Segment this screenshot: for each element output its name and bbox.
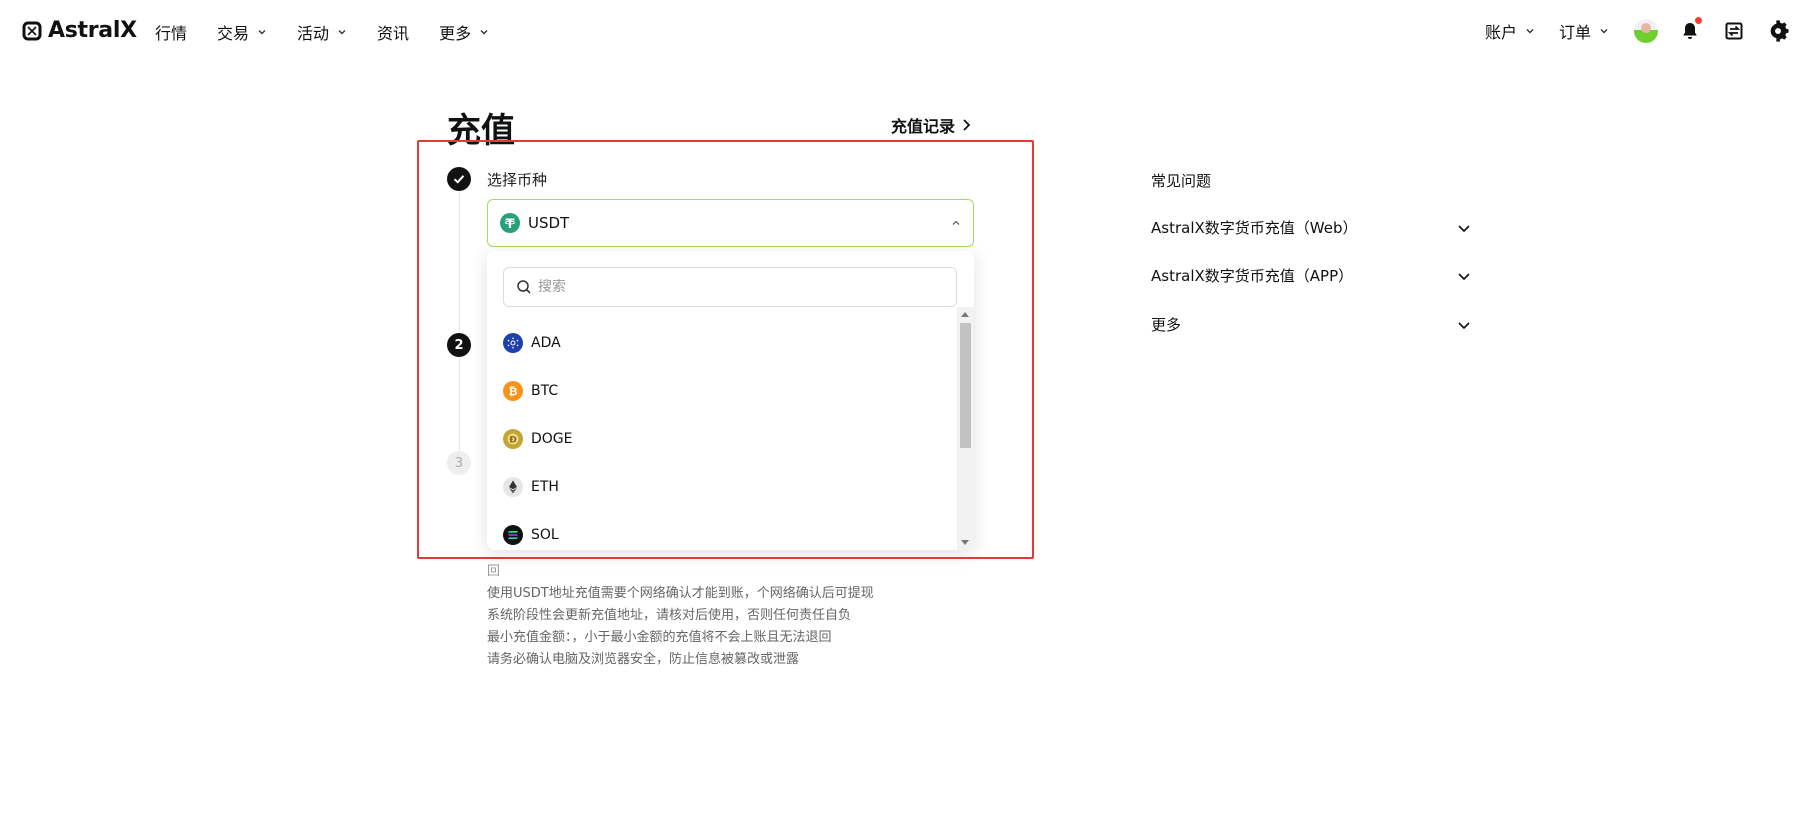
note-line: 系统阶段性会更新充值地址，请核对后使用，否则任何责任自负 (487, 608, 852, 623)
nav-item-label: 活动 (297, 24, 330, 43)
svg-text:Ð: Ð (509, 436, 517, 446)
coin-dropdown: ADA ₿ BTC Ð DOGE ETH SOL (487, 251, 974, 550)
btc-icon: ₿ (503, 381, 523, 401)
nav-item-market[interactable]: 行情 (155, 20, 187, 44)
nav-item-activity[interactable]: 活动 (297, 20, 347, 44)
chevron-down-icon (338, 30, 346, 35)
nav-item-news[interactable]: 资讯 (377, 20, 409, 44)
coin-option-btc[interactable]: ₿ BTC (487, 367, 957, 415)
coin-option-label: BTC (531, 383, 559, 399)
faq-item-web-deposit[interactable]: AstralX数字货币充值（Web） (1151, 217, 1471, 238)
deposit-notes: 回 使用USDT地址充值需要个网络确认才能到账，个网络确认后可提现 系统阶段性会… (487, 561, 967, 671)
svg-text:₿: ₿ (509, 385, 518, 397)
coin-option-ada[interactable]: ADA (487, 319, 957, 367)
avatar-button[interactable] (1633, 18, 1659, 44)
notification-dot (1695, 17, 1702, 24)
gear-icon (1770, 20, 1789, 42)
faq-item-label: 更多 (1151, 316, 1182, 334)
step-3-indicator: 3 (447, 451, 471, 475)
chevron-down-icon (1526, 29, 1534, 34)
faq-item-label: AstralX数字货币充值（Web） (1151, 219, 1358, 237)
coin-option-label: ADA (531, 335, 561, 351)
ada-icon (503, 333, 523, 353)
nav-item-label: 交易 (217, 24, 250, 43)
doge-icon: Ð (503, 429, 523, 449)
coin-select[interactable]: USDT (487, 199, 974, 247)
faq-item-label: AstralX数字货币充值（APP） (1151, 267, 1354, 285)
nav-item-label: 账户 (1484, 23, 1517, 42)
scroll-up-arrow-icon[interactable] (961, 312, 969, 317)
note-line-partial: 回 (487, 564, 501, 579)
logo-icon (22, 21, 42, 40)
chevron-down-icon (480, 30, 488, 35)
nav-item-trade[interactable]: 交易 (217, 20, 267, 44)
step-connector-line (459, 190, 460, 452)
nav-item-more[interactable]: 更多 (439, 20, 489, 44)
note-line: 最小充值金额：，小于最小金额的充值将不会上账且无法退回 (487, 630, 832, 645)
step-1-complete (447, 167, 471, 191)
notifications-button[interactable] (1677, 17, 1703, 44)
brand-name: AstralX (48, 18, 137, 43)
chevron-down-icon (1458, 224, 1470, 232)
exchange-icon (1725, 22, 1743, 40)
nav-item-label: 资讯 (377, 24, 410, 43)
chevron-down-icon (258, 30, 266, 35)
coin-option-label: DOGE (531, 431, 573, 447)
bell-icon (1683, 23, 1697, 39)
coin-list: ADA ₿ BTC Ð DOGE ETH SOL (487, 319, 957, 550)
nav-item-orders[interactable]: 订单 (1559, 19, 1609, 43)
nav-item-label: 更多 (439, 24, 472, 43)
faq-item-app-deposit[interactable]: AstralX数字货币充值（APP） (1151, 265, 1471, 286)
page-title: 充值 (447, 111, 515, 151)
coin-option-sol[interactable]: SOL (487, 511, 957, 550)
coin-search-box (503, 267, 957, 307)
avatar (1634, 19, 1658, 43)
chevron-down-icon (1458, 321, 1470, 329)
usdt-icon (500, 213, 520, 233)
step-1-label: 选择币种 (487, 171, 548, 189)
coin-option-label: ETH (531, 479, 559, 495)
history-link-label: 充值记录 (891, 117, 956, 136)
chevron-down-icon (1458, 272, 1470, 280)
sol-icon (503, 525, 523, 545)
transfer-button[interactable] (1721, 18, 1747, 44)
nav-item-label: 行情 (155, 24, 188, 43)
scrollbar-thumb[interactable] (960, 323, 971, 448)
search-icon (517, 280, 531, 294)
note-line: 请务必确认电脑及浏览器安全，防止信息被篡改或泄露 (487, 652, 800, 667)
eth-icon (503, 477, 523, 497)
coin-list-scrollbar[interactable] (957, 307, 974, 550)
note-line: 使用USDT地址充值需要个网络确认才能到账，个网络确认后可提现 (487, 586, 874, 601)
coin-option-label: SOL (531, 527, 559, 543)
brand-logo[interactable]: AstralX (22, 18, 137, 43)
coin-option-doge[interactable]: Ð DOGE (487, 415, 957, 463)
faq-title: 常见问题 (1151, 172, 1212, 190)
chevron-right-icon (963, 119, 971, 131)
settings-button[interactable] (1765, 18, 1791, 44)
checkmark-icon (453, 175, 465, 184)
nav-item-account[interactable]: 账户 (1485, 19, 1535, 43)
coin-option-eth[interactable]: ETH (487, 463, 957, 511)
step-2-indicator: 2 (447, 333, 471, 357)
main-menu: 行情 交易 活动 资讯 更多 (155, 20, 519, 44)
coin-search-input[interactable] (538, 279, 918, 295)
chevron-down-icon (1600, 29, 1608, 34)
scroll-down-arrow-icon[interactable] (961, 540, 969, 545)
user-menu: 账户 订单 (1485, 14, 1809, 48)
top-navigation: AstralX 行情 交易 活动 资讯 更多 账户 订单 (0, 0, 1809, 62)
deposit-history-link[interactable]: 充值记录 (891, 113, 971, 137)
selected-coin-label: USDT (528, 214, 570, 232)
faq-item-more[interactable]: 更多 (1151, 314, 1471, 335)
chevron-up-icon (952, 220, 960, 225)
nav-item-label: 订单 (1558, 23, 1591, 42)
